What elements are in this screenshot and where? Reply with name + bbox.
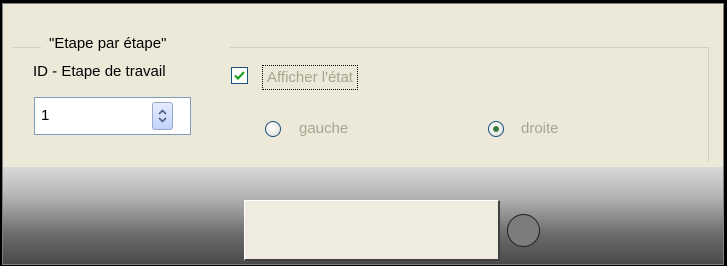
step-id-spinner[interactable]: 1 <box>34 97 191 135</box>
chevron-up-down-icon <box>158 109 167 123</box>
bottom-panel <box>3 167 723 264</box>
group-title: "Etape par étape" <box>49 35 167 52</box>
group-border-side <box>708 47 709 162</box>
radio-right[interactable] <box>488 121 504 137</box>
step-id-value[interactable]: 1 <box>41 107 49 124</box>
radio-right-label[interactable]: droite <box>521 120 559 137</box>
group-border-right <box>230 47 708 48</box>
status-indicator-light <box>507 214 540 247</box>
action-button[interactable] <box>244 200 500 261</box>
radio-left[interactable] <box>265 121 281 137</box>
radio-selected-dot <box>493 126 499 132</box>
group-border-left <box>13 47 41 48</box>
show-state-checkbox[interactable] <box>231 67 248 84</box>
settings-window: "Etape par étape" ID - Etape de travail … <box>2 3 724 265</box>
radio-left-label[interactable]: gauche <box>299 120 348 137</box>
step-id-label: ID - Etape de travail <box>33 63 166 80</box>
spinner-updown-button[interactable] <box>152 102 173 130</box>
checkmark-icon <box>234 71 245 81</box>
show-state-label[interactable]: Afficher l'état <box>262 65 358 90</box>
